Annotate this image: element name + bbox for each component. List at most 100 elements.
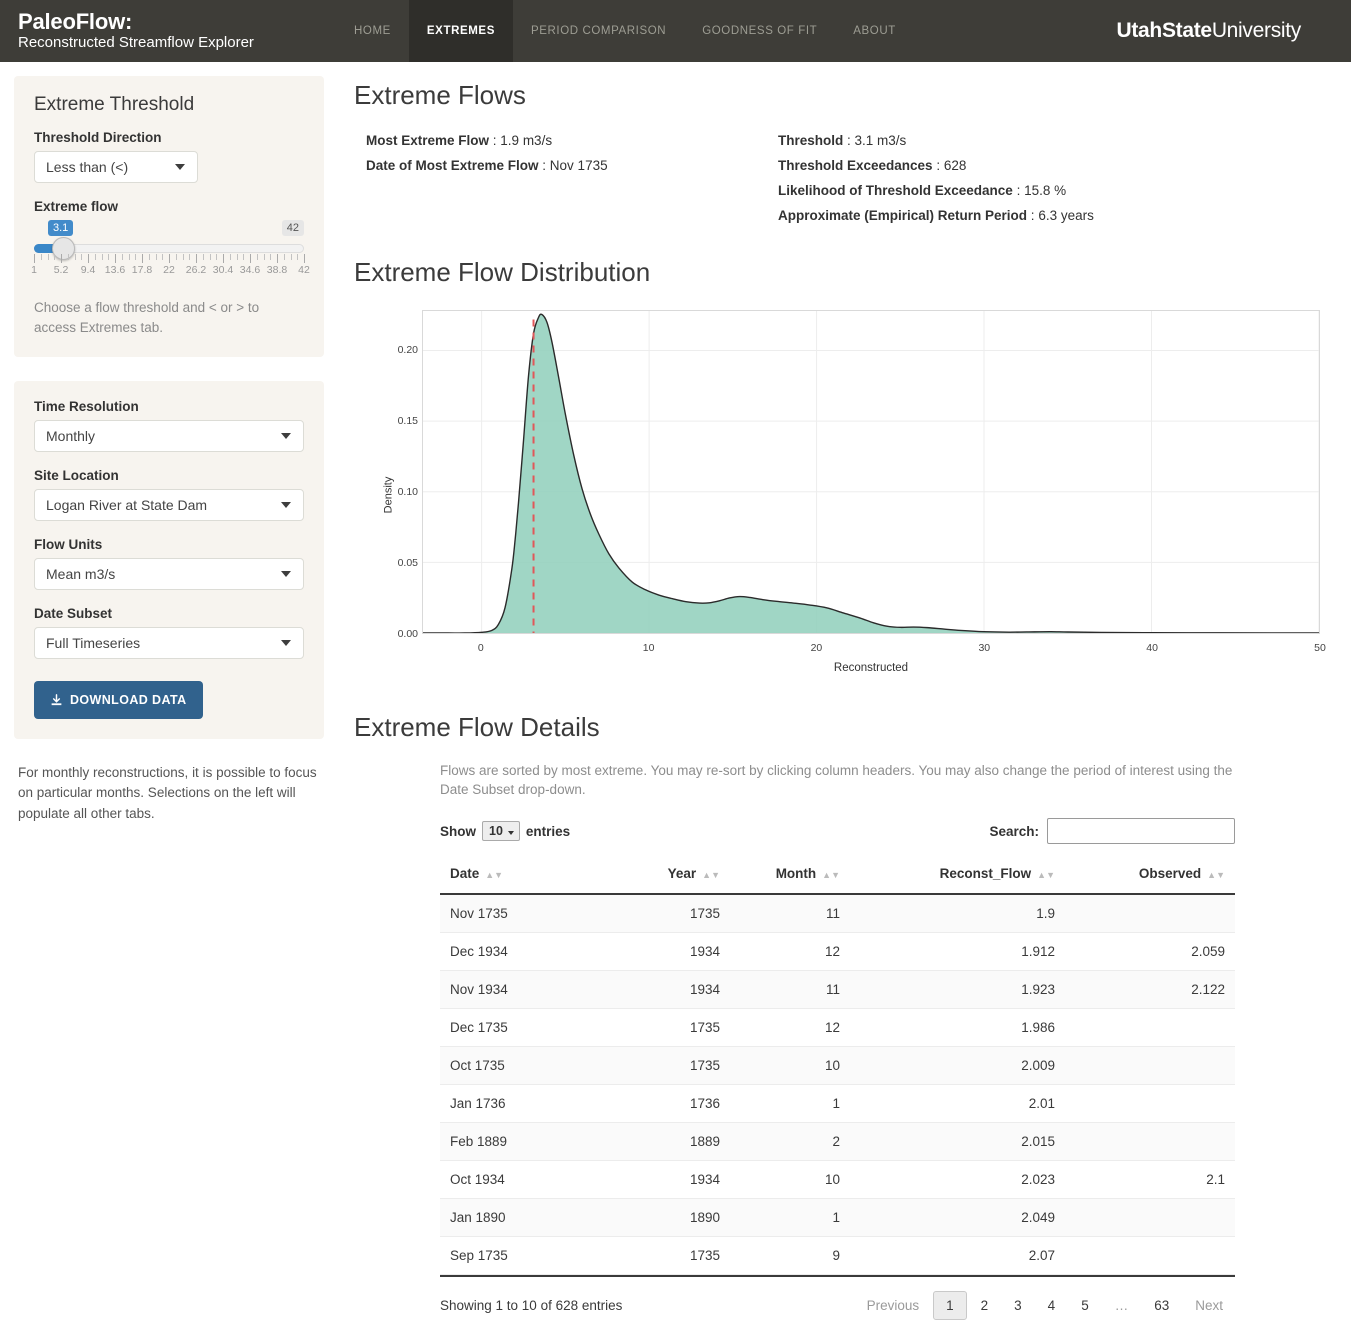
download-data-button[interactable]: DOWNLOAD DATA	[34, 681, 203, 720]
nav-link-goodness-of-fit[interactable]: GOODNESS OF FIT	[684, 0, 835, 62]
site-location-select[interactable]: Logan River at State Dam	[34, 489, 304, 522]
university-logo-bold: UtahState	[1116, 19, 1212, 42]
nav-links: HOME EXTREMES PERIOD COMPARISON GOODNESS…	[336, 0, 914, 62]
cell-observed: 2.059	[1065, 932, 1235, 971]
cell-reconst: 2.049	[850, 1198, 1065, 1237]
slider-tick-label: 34.6	[239, 264, 261, 276]
table-row[interactable]: Jan 1890 1890 1 2.049	[440, 1198, 1235, 1237]
flow-units-value: Mean m3/s	[46, 566, 116, 583]
nav-link-about[interactable]: ABOUT	[835, 0, 914, 62]
cell-observed	[1065, 1122, 1235, 1161]
pagination-4[interactable]: 4	[1036, 1292, 1068, 1319]
column-header-month[interactable]: Month ▲▼	[730, 858, 850, 895]
cell-month: 10	[730, 1046, 850, 1085]
slider-tick-label: 1	[31, 264, 37, 276]
column-label: Month	[775, 866, 817, 881]
pagination-[interactable]: …	[1103, 1292, 1141, 1319]
sidebar: Extreme Threshold Threshold Direction Le…	[0, 62, 336, 1320]
table-controls: Show 10 entries Search:	[440, 818, 1235, 844]
stat-label: Approximate (Empirical) Return Period	[778, 207, 1028, 223]
table-row[interactable]: Dec 1934 1934 12 1.912 2.059	[440, 932, 1235, 971]
pagination-5[interactable]: 5	[1069, 1292, 1101, 1319]
brand[interactable]: PaleoFlow: Reconstructed Streamflow Expl…	[0, 0, 300, 62]
table-row[interactable]: Jan 1736 1736 1 2.01	[440, 1084, 1235, 1123]
chart-y-tick-label: 0.20	[397, 343, 418, 356]
sort-icon: ▲▼	[1037, 870, 1055, 880]
pagination-63[interactable]: 63	[1142, 1292, 1181, 1319]
chart-y-tick-label: 0.00	[397, 627, 418, 640]
sidebar-footnote: For monthly reconstructions, it is possi…	[18, 765, 317, 821]
chart-x-tick-label: 20	[810, 641, 823, 654]
details-title: Extreme Flow Details	[354, 711, 600, 742]
time-resolution-select[interactable]: Monthly	[34, 420, 304, 453]
cell-date: Jan 1890	[440, 1198, 610, 1237]
table-row[interactable]: Oct 1735 1735 10 2.009	[440, 1046, 1235, 1085]
column-header-year[interactable]: Year ▲▼	[610, 858, 730, 895]
nav-link-period-comparison[interactable]: PERIOD COMPARISON	[513, 0, 684, 62]
university-logo-light: University	[1211, 19, 1301, 42]
nav-link-extremes[interactable]: EXTREMES	[408, 0, 513, 62]
pagination-2[interactable]: 2	[969, 1292, 1001, 1319]
cell-reconst: 1.9	[850, 894, 1065, 933]
threshold-direction-select[interactable]: Less than (<)	[34, 151, 198, 183]
chevron-down-icon	[281, 640, 291, 647]
chart-x-tick-label: 50	[1314, 641, 1326, 654]
stat-label: Threshold Exceedances	[778, 157, 933, 173]
table-row[interactable]: Nov 1934 1934 11 1.923 2.122	[440, 970, 1235, 1009]
stat-threshold-exceedances: Threshold Exceedances : 628	[778, 157, 967, 173]
search-input[interactable]	[1047, 818, 1235, 844]
pagination-next[interactable]: Next	[1183, 1292, 1235, 1319]
cell-year: 1934	[610, 932, 730, 971]
table-row[interactable]: Sep 1735 1735 9 2.07	[440, 1236, 1235, 1275]
date-subset-label: Date Subset	[34, 606, 113, 622]
cell-observed	[1065, 1046, 1235, 1085]
flow-units-select[interactable]: Mean m3/s	[34, 558, 304, 591]
table-row[interactable]: Dec 1735 1735 12 1.986	[440, 1008, 1235, 1047]
extreme-flow-distribution-chart: Density 0.00 0.05 0.10 0.15 0.20 0 10 20 30 40 50…	[360, 306, 1326, 684]
pagination-previous[interactable]: Previous	[855, 1292, 932, 1319]
chart-y-tick-label: 0.15	[397, 414, 418, 427]
table-row[interactable]: Feb 1889 1889 2 2.015	[440, 1122, 1235, 1161]
pagination-1[interactable]: 1	[933, 1291, 967, 1320]
chart-plot-area	[422, 309, 1320, 634]
cell-year: 1890	[610, 1198, 730, 1237]
details-description: Flows are sorted by most extreme. You ma…	[440, 762, 1233, 798]
chart-title: Extreme Flow Distribution	[354, 256, 651, 287]
slider-tick-label: 5.2	[53, 264, 69, 276]
extreme-flow-slider[interactable]: 3.1 42 1 5.2 9.4 13.6 17.8 22 26.2 30.4 34.6 38.8…	[31, 220, 310, 282]
cell-reconst: 1.986	[850, 1008, 1065, 1047]
stat-value: 6.3 years	[1038, 207, 1094, 223]
column-label: Date	[450, 866, 480, 881]
table-row[interactable]: Oct 1934 1934 10 2.023 2.1	[440, 1160, 1235, 1199]
table-head: Date ▲▼ Year ▲▼ Month ▲▼ Reconst_Flow ▲▼ Obs…	[440, 858, 1235, 895]
chart-y-tick-label: 0.10	[397, 485, 418, 498]
column-label: Observed	[1138, 866, 1202, 881]
date-subset-select[interactable]: Full Timeseries	[34, 627, 304, 660]
column-header-reconst-flow[interactable]: Reconst_Flow ▲▼	[850, 858, 1065, 895]
date-subset-value: Full Timeseries	[46, 635, 141, 652]
chart-x-tick-label: 30	[978, 641, 991, 654]
stat-threshold: Threshold : 3.1 m3/s	[778, 133, 907, 148]
cell-year: 1735	[610, 1236, 730, 1275]
cell-observed: 2.1	[1065, 1160, 1235, 1199]
download-icon	[51, 693, 62, 705]
entries-per-page-select[interactable]: 10	[482, 821, 520, 841]
stat-label: Most Extreme Flow	[366, 133, 490, 148]
column-header-date[interactable]: Date ▲▼	[440, 858, 610, 895]
stat-label: Likelihood of Threshold Exceedance	[778, 182, 1013, 198]
site-location-label: Site Location	[34, 468, 119, 484]
column-label: Year	[667, 866, 697, 881]
table-row[interactable]: Nov 1735 1735 11 1.9	[440, 894, 1235, 933]
slider-tick-label: 30.4	[212, 264, 234, 276]
cell-reconst: 2.07	[850, 1236, 1065, 1275]
cell-observed	[1065, 1008, 1235, 1047]
pagination-3[interactable]: 3	[1002, 1292, 1034, 1319]
threshold-direction-label: Threshold Direction	[34, 130, 162, 145]
stat-value: 15.8 %	[1024, 182, 1067, 198]
pagination: Previous 1 2 3 4 5… 63 Next	[855, 1291, 1235, 1320]
chart-y-axis-ticks: 0.00 0.05 0.10 0.15 0.20	[360, 306, 418, 684]
showing-entries-text: Showing 1 to 10 of 628 entries	[440, 1298, 623, 1313]
column-header-observed[interactable]: Observed ▲▼	[1065, 858, 1235, 895]
nav-link-home[interactable]: HOME	[336, 0, 409, 62]
cell-date: Jan 1736	[440, 1084, 610, 1123]
